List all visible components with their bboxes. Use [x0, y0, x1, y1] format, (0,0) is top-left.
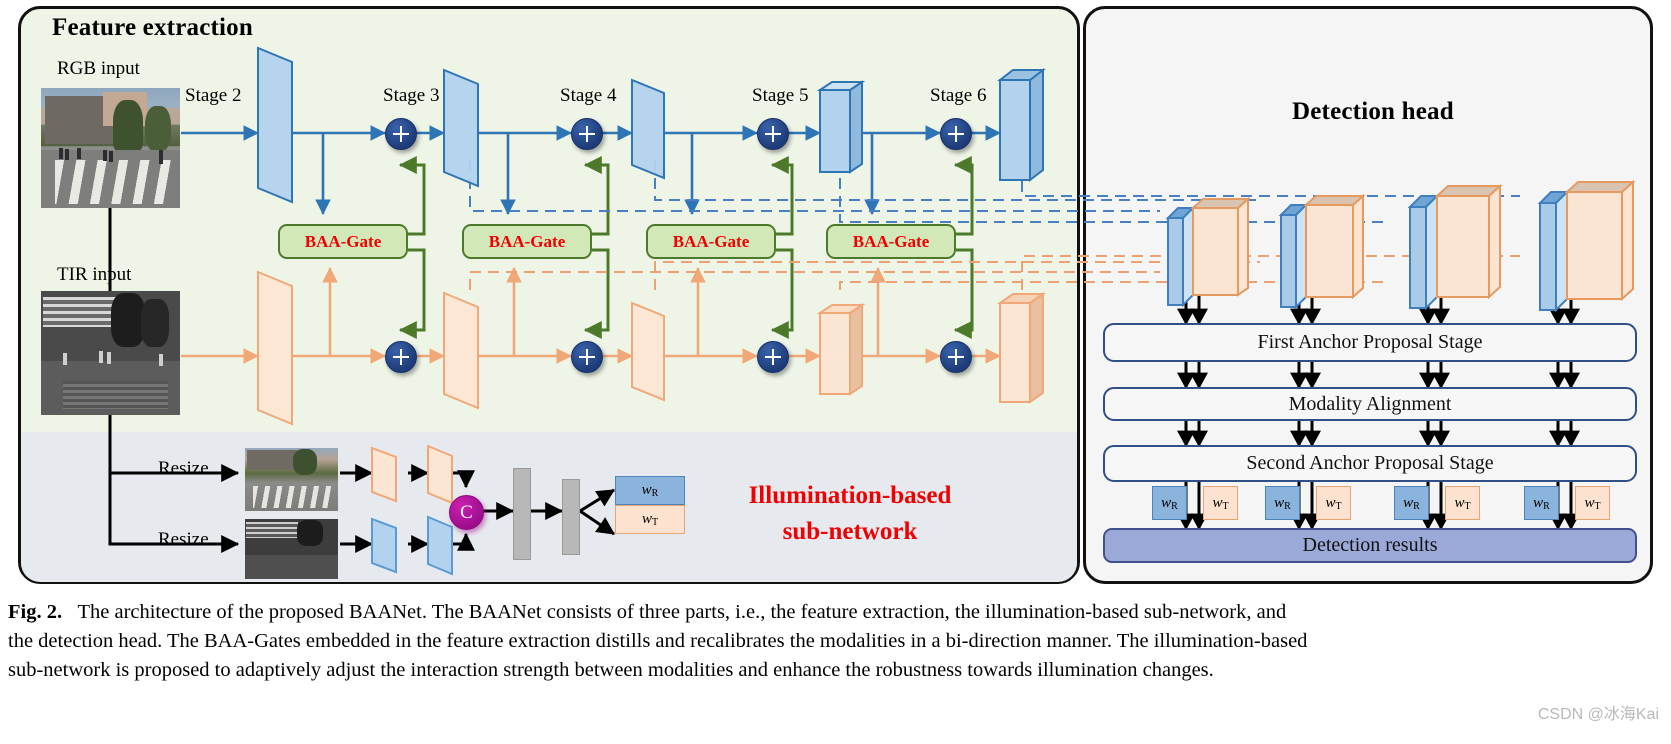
rgb-input-label: RGB input	[57, 58, 140, 79]
fusion-node-tir-1	[385, 341, 417, 373]
detection-weight-tir-3: wT	[1445, 486, 1480, 520]
detection-stage-second-anchor-label: Second Anchor Proposal Stage	[1246, 452, 1494, 474]
detection-stage-first-anchor[interactable]: First Anchor Proposal Stage	[1103, 323, 1637, 362]
detection-stage-modality-alignment-label: Modality Alignment	[1288, 392, 1452, 415]
detection-weight-tir-1-sub: T	[1222, 500, 1229, 512]
fusion-node-tir-3	[757, 341, 789, 373]
detection-stage-first-anchor-label: First Anchor Proposal Stage	[1257, 331, 1483, 353]
stage-label-3: Stage 3	[383, 85, 440, 106]
detection-head-title: Detection head	[1292, 98, 1454, 125]
tir-input-label: TIR input	[57, 264, 132, 285]
stage-label-4: Stage 4	[560, 85, 617, 106]
fc-layer-2	[562, 479, 580, 555]
baa-gate-1[interactable]: BAA-Gate	[278, 224, 408, 259]
caption-line-3: sub-network is proposed to adaptively ad…	[8, 659, 1214, 681]
detection-weight-rgb-2: wR	[1265, 486, 1300, 520]
detection-weight-tir-4-sub: T	[1594, 500, 1601, 512]
rgb-input-image	[41, 88, 180, 208]
stage-label-6: Stage 6	[930, 85, 987, 106]
detection-results-box[interactable]: Detection results	[1103, 528, 1637, 563]
fusion-node-rgb-4	[940, 118, 972, 150]
fusion-node-tir-4	[940, 341, 972, 373]
detection-weight-tir-3-sub: T	[1464, 500, 1471, 512]
detection-weight-tir-1: wT	[1203, 486, 1238, 520]
baa-gate-1-label: BAA-Gate	[304, 231, 382, 251]
resize-label-rgb: Resize	[158, 458, 209, 479]
figure-root: Feature extraction RGB input TIR input D…	[0, 0, 1671, 744]
baa-gate-2[interactable]: BAA-Gate	[462, 224, 592, 259]
detection-weight-rgb-2-sub: R	[1284, 500, 1291, 512]
detection-stage-modality-alignment[interactable]: Modality Alignment	[1103, 387, 1637, 421]
detection-weight-rgb-1: wR	[1152, 486, 1187, 520]
stage-label-2: Stage 2	[185, 85, 242, 106]
baa-gate-4-label: BAA-Gate	[852, 231, 930, 251]
illumination-weight-rgb-sub: R	[651, 488, 659, 499]
figure-number: Fig. 2.	[8, 601, 63, 623]
fusion-node-tir-2	[571, 341, 603, 373]
caption-line-2: the detection head. The BAA-Gates embedd…	[8, 630, 1308, 652]
watermark: CSDN @冰海Kai	[1537, 706, 1659, 723]
illumination-title-line2: sub-network	[782, 518, 918, 545]
detection-weight-rgb-3-sub: R	[1413, 500, 1420, 512]
detection-stage-second-anchor[interactable]: Second Anchor Proposal Stage	[1103, 445, 1637, 482]
concat-node: C	[449, 495, 484, 530]
detection-weight-rgb-4-sub: R	[1543, 500, 1550, 512]
baa-gate-3[interactable]: BAA-Gate	[646, 224, 776, 259]
detection-weight-tir-2-sub: T	[1335, 500, 1342, 512]
illumination-subnetwork-title: Illumination-based sub-network	[730, 478, 970, 550]
illumination-weight-tir-sub: T	[651, 517, 659, 528]
illumination-weight-tir: wT	[615, 505, 685, 534]
detection-weight-rgb-1-sub: R	[1171, 500, 1178, 512]
fusion-node-rgb-1	[385, 118, 417, 150]
fusion-node-rgb-2	[571, 118, 603, 150]
baa-gate-2-label: BAA-Gate	[488, 231, 566, 251]
tir-input-image	[41, 291, 180, 415]
detection-weight-rgb-3: wR	[1394, 486, 1429, 520]
feature-extraction-title: Feature extraction	[52, 14, 253, 41]
stage-label-5: Stage 5	[752, 85, 809, 106]
figure-caption: Fig. 2. The architecture of the proposed…	[8, 598, 1663, 685]
caption-line-1: The architecture of the proposed BAANet.…	[77, 601, 1287, 623]
detection-weight-tir-2: wT	[1316, 486, 1351, 520]
rgb-resized-image	[245, 448, 338, 511]
tir-resized-image	[245, 519, 338, 579]
illumination-title-line1: Illumination-based	[748, 482, 952, 509]
baa-gate-3-label: BAA-Gate	[672, 231, 750, 251]
detection-weight-rgb-4: wR	[1524, 486, 1559, 520]
detection-results-label: Detection results	[1302, 534, 1438, 556]
fusion-node-rgb-3	[757, 118, 789, 150]
detection-weight-tir-4: wT	[1575, 486, 1610, 520]
resize-label-tir: Resize	[158, 529, 209, 550]
baa-gate-4[interactable]: BAA-Gate	[826, 224, 956, 259]
illumination-weight-rgb: wR	[615, 476, 685, 505]
fc-layer-1	[513, 468, 531, 560]
